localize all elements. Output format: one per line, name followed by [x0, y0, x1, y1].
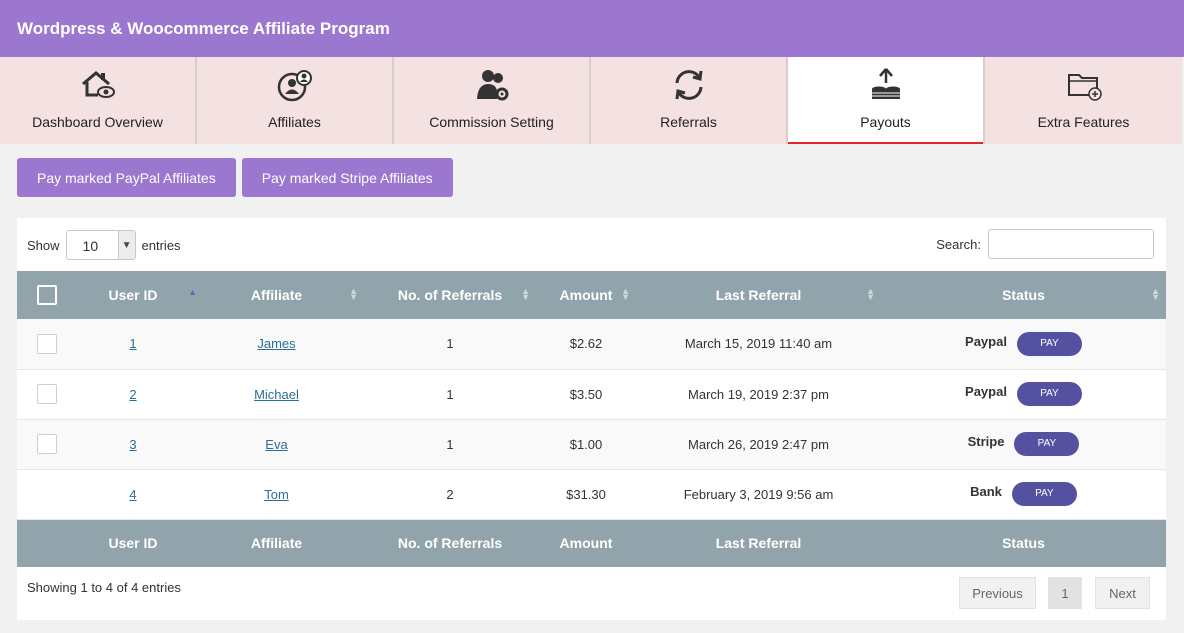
- table-info: Showing 1 to 4 of 4 entries: [27, 580, 181, 595]
- affiliate-link[interactable]: James: [257, 336, 295, 351]
- user-id-link[interactable]: 2: [129, 387, 136, 402]
- tab-commission-setting[interactable]: Commission Setting: [394, 57, 591, 144]
- tab-label: Payouts: [860, 114, 911, 130]
- folder-plus-icon: [1067, 74, 1102, 101]
- search-control: Search:: [936, 229, 1154, 259]
- chevron-down-icon: ▼: [117, 231, 135, 259]
- users-gear-icon: [476, 70, 508, 101]
- footer-user-id: User ID: [108, 535, 158, 552]
- payouts-table: User ID ▲ Affiliate ▲ ▼ No. of Referrals ▲ ▼ …: [17, 271, 1166, 567]
- sort-icon: ▲ ▼: [1151, 286, 1160, 302]
- pay-button[interactable]: PAY: [1011, 482, 1077, 506]
- footer-status: Status: [1002, 535, 1045, 552]
- app-title: Wordpress & Woocommerce Affiliate Progra…: [0, 0, 1184, 57]
- table-header-row: User ID ▲ Affiliate ▲ ▼ No. of Referrals ▲ ▼ …: [17, 271, 1166, 319]
- tab-label: Referrals: [660, 114, 717, 130]
- referrals-count: 2: [446, 486, 454, 502]
- pay-button[interactable]: PAY: [1014, 432, 1080, 456]
- tab-extra-features[interactable]: Extra Features: [985, 57, 1182, 144]
- status-method: Paypal: [965, 333, 1007, 349]
- status-method: Bank: [970, 484, 1002, 499]
- footer-referrals: No. of Referrals: [397, 535, 503, 552]
- search-label: Search:: [936, 236, 981, 252]
- pay-stripe-button[interactable]: Pay marked Stripe Affiliates: [241, 158, 453, 197]
- user-id-link[interactable]: 1: [129, 336, 136, 351]
- status-method: Stripe: [967, 434, 1005, 449]
- search-input[interactable]: [988, 229, 1154, 259]
- user-id-link[interactable]: 4: [129, 487, 136, 502]
- row-checkbox[interactable]: [37, 384, 57, 404]
- previous-page-button[interactable]: Previous: [959, 577, 1036, 609]
- amount: $1.00: [569, 436, 603, 452]
- pay-button[interactable]: PAY: [1016, 331, 1082, 356]
- header-status[interactable]: Status ▲ ▼: [881, 271, 1166, 319]
- select-all-checkbox[interactable]: [37, 285, 57, 305]
- referrals-count: 1: [446, 386, 454, 402]
- payouts-table-panel: Show 10 ▼ entries Search: User ID ▲ Affil…: [17, 218, 1166, 620]
- header-last-referral[interactable]: Last Referral ▲ ▼: [636, 271, 881, 319]
- tab-bar: Dashboard Overview Affiliates Commission…: [0, 57, 1184, 144]
- refresh-icon: [675, 70, 702, 100]
- row-checkbox[interactable]: [37, 333, 57, 354]
- affiliate-link[interactable]: Eva: [265, 437, 287, 452]
- referrals-count: 1: [446, 336, 454, 352]
- last-referral: March 19, 2019 2:37 pm: [688, 386, 829, 402]
- entries-length-control: Show 10 ▼ entries: [27, 230, 181, 260]
- header-referrals[interactable]: No. of Referrals ▲ ▼: [364, 271, 536, 319]
- table-row: 4 Tom 2 $31.30 February 3, 2019 9:56 am …: [17, 469, 1166, 519]
- tab-dashboard-overview[interactable]: Dashboard Overview: [0, 57, 197, 144]
- table-row: 1 James 1 $2.62 March 15, 2019 11:40 am …: [17, 319, 1166, 369]
- amount: $2.62: [569, 336, 603, 352]
- pay-button[interactable]: PAY: [1016, 382, 1082, 406]
- row-checkbox[interactable]: [37, 434, 57, 454]
- header-affiliate[interactable]: Affiliate ▲ ▼: [189, 271, 364, 319]
- sort-icon: ▲ ▼: [866, 286, 875, 302]
- entries-value: 10: [82, 238, 99, 254]
- footer-amount: Amount: [559, 535, 613, 552]
- tab-label: Commission Setting: [429, 114, 554, 130]
- tab-label: Extra Features: [1037, 114, 1130, 130]
- home-eye-icon: [81, 71, 115, 98]
- next-page-button[interactable]: Next: [1095, 577, 1150, 609]
- entries-select[interactable]: 10 ▼: [65, 230, 136, 260]
- sort-icon: ▲ ▼: [349, 286, 358, 302]
- amount: $3.50: [569, 386, 603, 402]
- last-referral: March 26, 2019 2:47 pm: [688, 436, 829, 452]
- affiliate-link[interactable]: Michael: [254, 387, 299, 402]
- select-all-header: [17, 271, 77, 319]
- pay-paypal-button[interactable]: Pay marked PayPal Affiliates: [17, 158, 236, 197]
- referrals-count: 1: [446, 436, 454, 452]
- last-referral: February 3, 2019 9:56 am: [683, 486, 834, 502]
- entries-label: entries: [141, 237, 181, 253]
- amount: $31.30: [566, 486, 606, 502]
- tab-label: Affiliates: [268, 114, 321, 130]
- header-user-id[interactable]: User ID ▲: [77, 271, 197, 319]
- last-referral: March 15, 2019 11:40 am: [684, 336, 833, 352]
- users-circle-icon: [277, 70, 312, 102]
- page-number-button[interactable]: 1: [1048, 577, 1082, 609]
- table-row: 2 Michael 1 $3.50 March 19, 2019 2:37 pm…: [17, 369, 1166, 419]
- sort-icon: ▲ ▼: [621, 286, 630, 302]
- header-amount[interactable]: Amount ▲ ▼: [536, 271, 636, 319]
- sort-icon: ▲ ▼: [521, 286, 530, 302]
- tab-referrals[interactable]: Referrals: [591, 57, 788, 144]
- footer-last-referral: Last Referral: [715, 535, 802, 552]
- footer-affiliate: Affiliate: [250, 535, 303, 552]
- status-method: Paypal: [965, 384, 1007, 399]
- affiliate-link[interactable]: Tom: [264, 487, 289, 502]
- tab-affiliates[interactable]: Affiliates: [197, 57, 394, 144]
- pagination: Previous 1 Next: [959, 577, 1150, 609]
- tab-label: Dashboard Overview: [32, 114, 163, 130]
- show-label: Show: [27, 237, 60, 253]
- coins-upload-icon: [871, 68, 900, 99]
- user-id-link[interactable]: 3: [129, 437, 136, 452]
- table-footer-row: User ID Affiliate No. of Referrals Amoun…: [17, 519, 1166, 567]
- tab-payouts[interactable]: Payouts: [788, 57, 985, 144]
- bulk-actions: Pay marked PayPal Affiliates Pay marked …: [17, 158, 453, 197]
- table-row: 3 Eva 1 $1.00 March 26, 2019 2:47 pm Str…: [17, 419, 1166, 469]
